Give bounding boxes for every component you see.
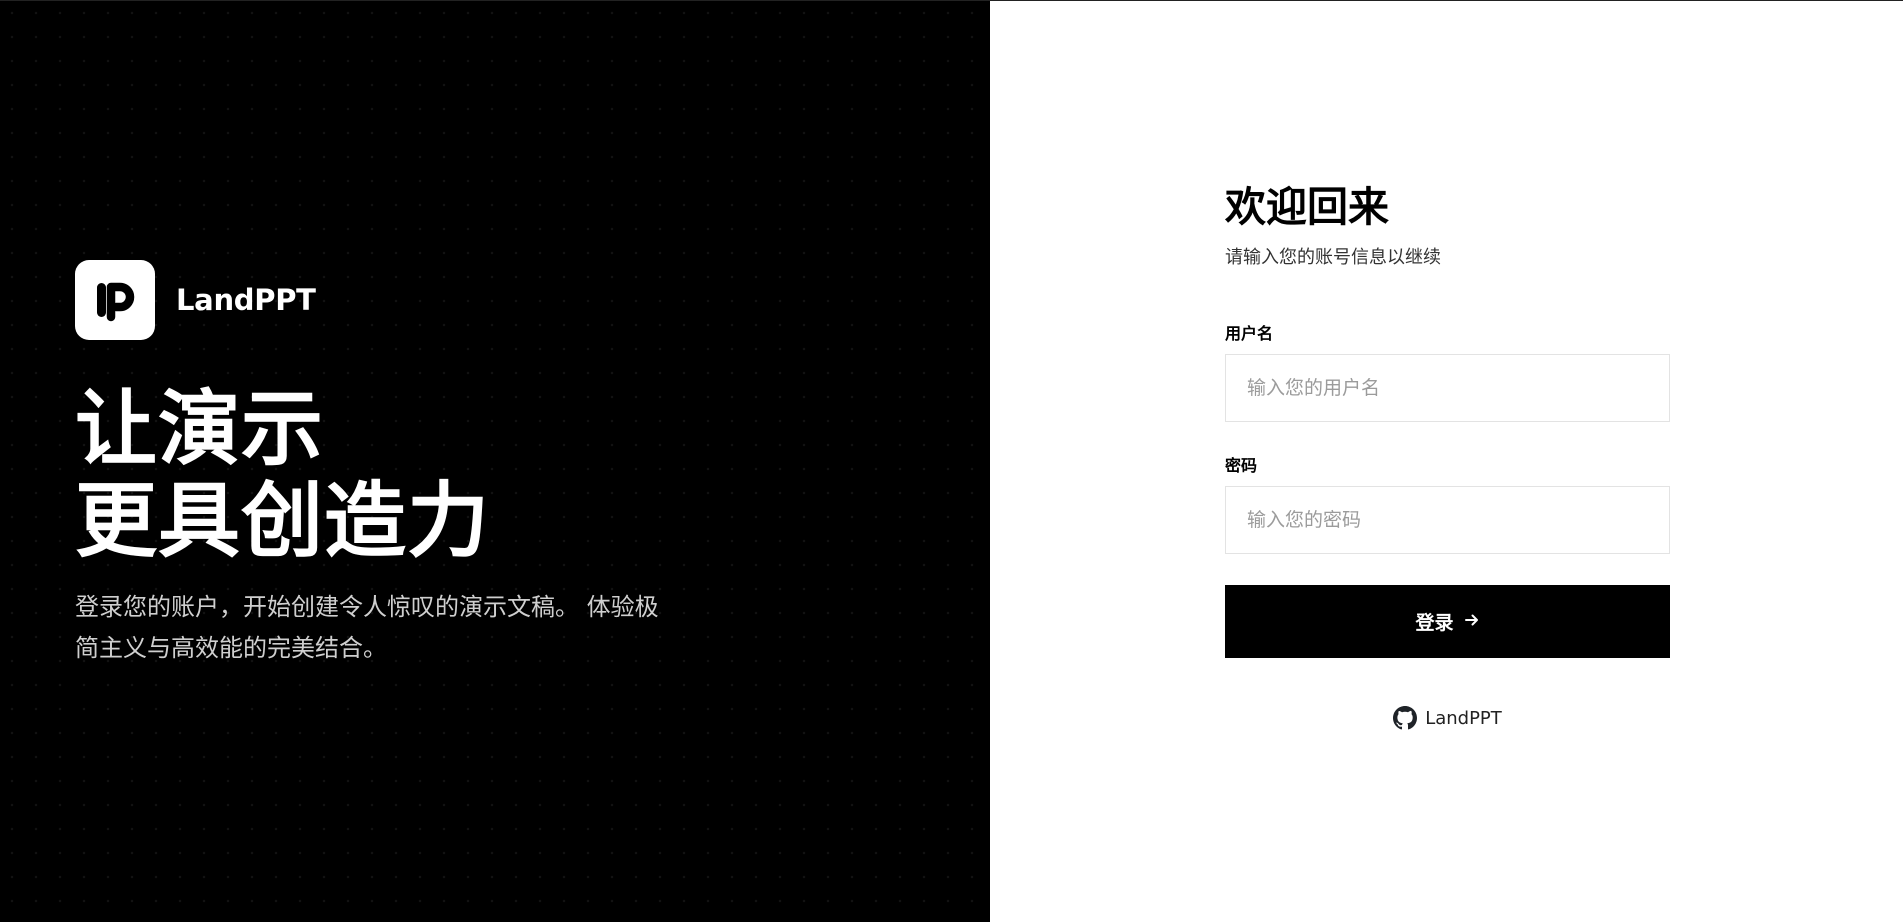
login-panel: 欢迎回来 请输入您的账号信息以继续 用户名 密码 登录 LandPPT xyxy=(990,1,1903,922)
github-link[interactable]: LandPPT xyxy=(1225,706,1670,730)
headline-line-1: 让演示 xyxy=(75,382,325,477)
login-button-label: 登录 xyxy=(1415,612,1454,634)
login-subtitle: 请输入您的账号信息以继续 xyxy=(1225,247,1441,268)
lp-logo-icon xyxy=(97,282,135,322)
hero-panel: LandPPT 让演示 更具创造力 登录您的账户，开始创建令人惊叹的演示文稿。 … xyxy=(0,1,990,922)
brand-name: LandPPT xyxy=(176,283,316,317)
hero-description: 登录您的账户，开始创建令人惊叹的演示文稿。 体验极简主义与高效能的完美结合。 xyxy=(75,593,659,662)
username-label: 用户名 xyxy=(1225,324,1274,343)
login-form: 欢迎回来 请输入您的账号信息以继续 用户名 密码 登录 LandPPT xyxy=(1225,179,1670,730)
login-page: LandPPT 让演示 更具创造力 登录您的账户，开始创建令人惊叹的演示文稿。 … xyxy=(0,0,1903,922)
github-icon xyxy=(1393,706,1418,730)
login-title: 欢迎回来 xyxy=(1225,183,1389,231)
hero-headline: 让演示 更具创造力 xyxy=(75,384,490,568)
github-link-label: LandPPT xyxy=(1425,707,1502,729)
username-input[interactable] xyxy=(1225,354,1670,422)
password-input[interactable] xyxy=(1225,486,1670,554)
headline-line-2: 更具创造力 xyxy=(75,474,491,569)
landppt-logo xyxy=(75,260,155,340)
password-label: 密码 xyxy=(1225,456,1258,475)
login-button[interactable]: 登录 xyxy=(1225,585,1670,658)
arrow-right-icon xyxy=(1464,611,1480,633)
brand: LandPPT xyxy=(75,260,316,340)
